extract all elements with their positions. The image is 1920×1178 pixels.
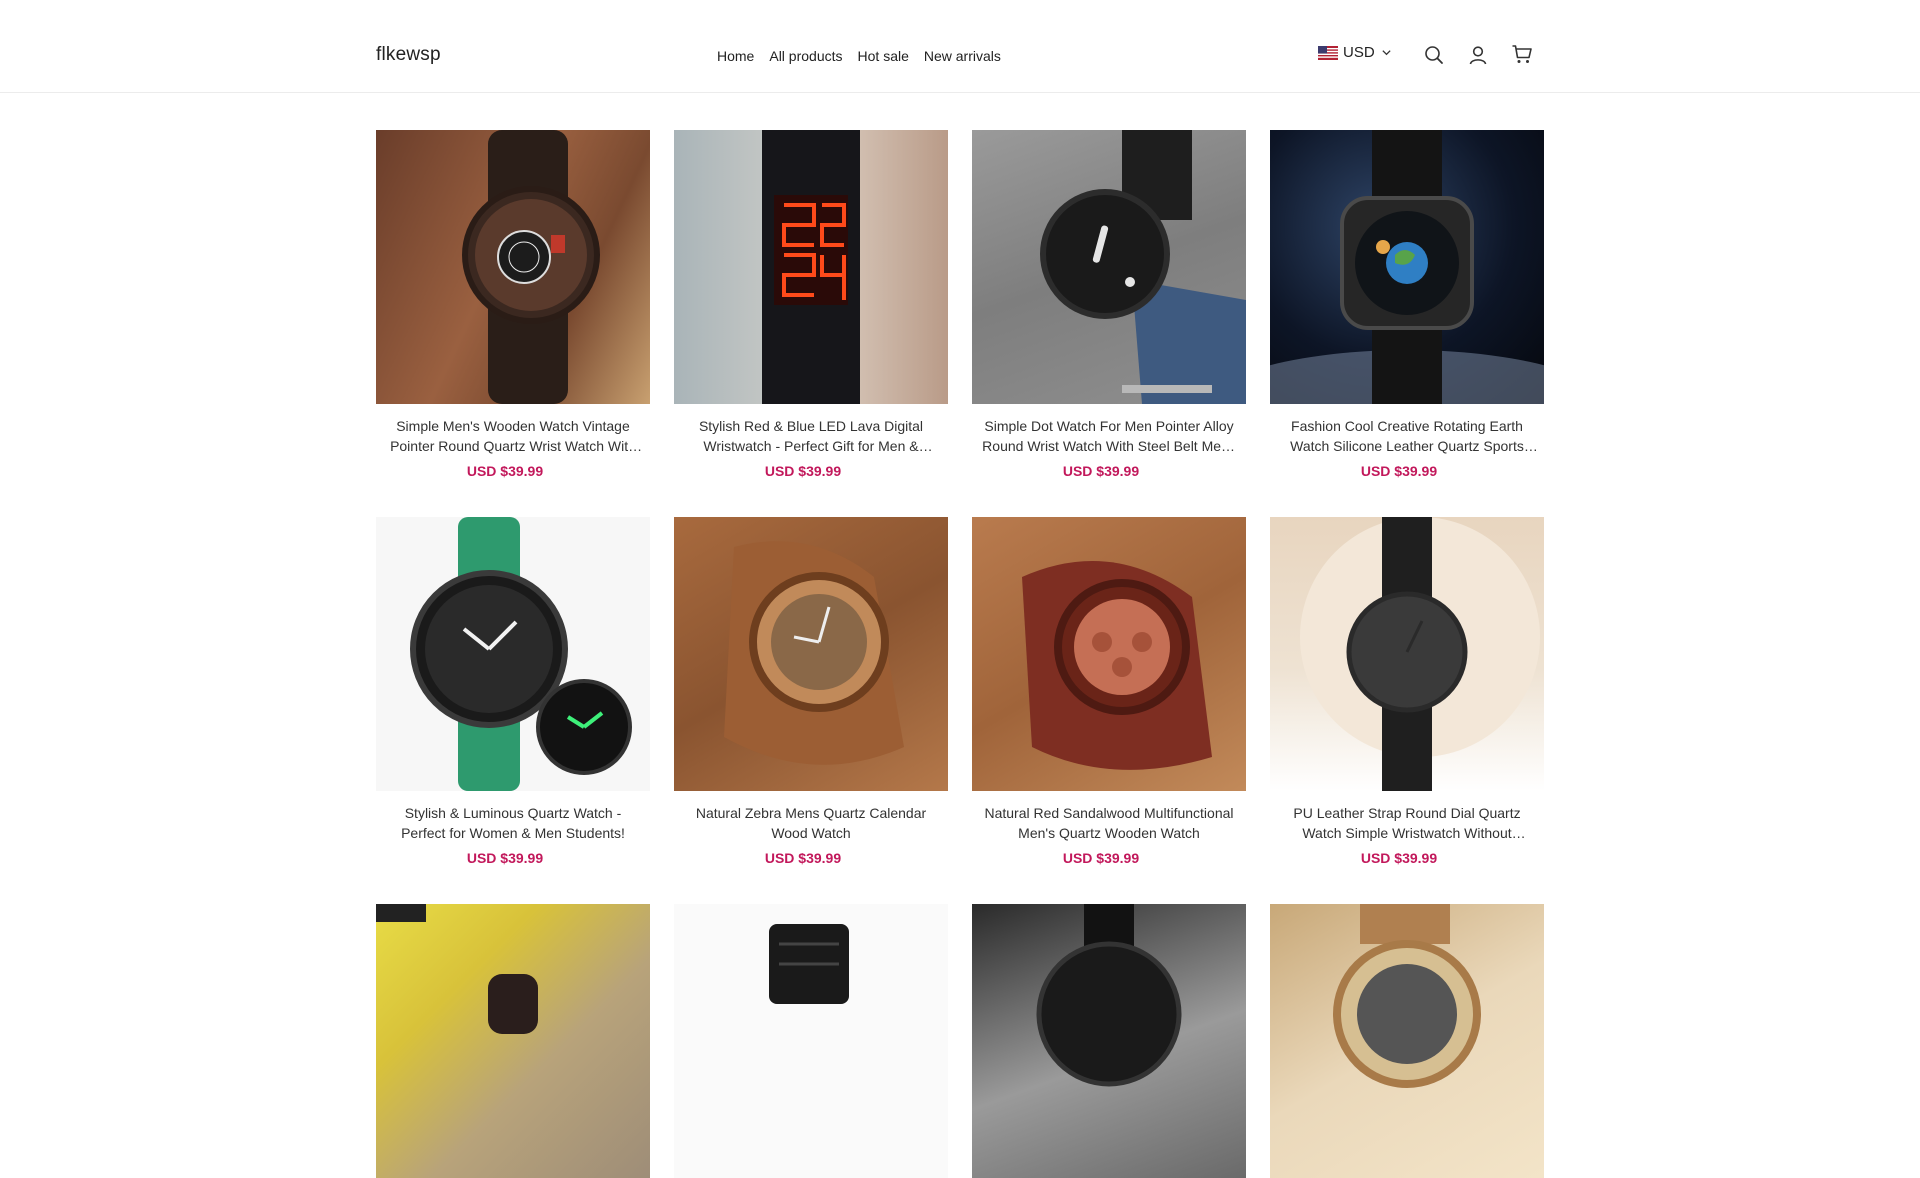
product-image[interactable] <box>972 904 1246 1178</box>
product-title[interactable]: Natural Red Sandalwood Multifunctional M… <box>972 803 1246 843</box>
product-card[interactable] <box>1270 904 1544 1178</box>
cart-icon[interactable] <box>1509 41 1535 67</box>
product-price: USD $39.99 <box>1360 850 1438 866</box>
product-title[interactable]: Natural Zebra Mens Quartz Calendar Wood … <box>674 803 948 843</box>
product-card[interactable] <box>972 904 1246 1178</box>
chevron-down-icon <box>1382 50 1391 56</box>
product-image[interactable] <box>674 130 948 404</box>
nav-new-arrivals[interactable]: New arrivals <box>924 48 1001 64</box>
product-price: USD $39.99 <box>1360 463 1438 479</box>
product-title[interactable]: Simple Men's Wooden Watch Vintage Pointe… <box>376 416 650 456</box>
nav-all-products[interactable]: All products <box>769 48 842 64</box>
product-card[interactable]: Fashion Cool Creative Rotating Earth Wat… <box>1270 130 1544 479</box>
product-card[interactable]: Simple Men's Wooden Watch Vintage Pointe… <box>376 130 650 479</box>
product-title[interactable]: Stylish & Luminous Quartz Watch - Perfec… <box>376 803 650 843</box>
product-card[interactable] <box>674 904 948 1178</box>
product-card[interactable] <box>376 904 650 1178</box>
product-image[interactable] <box>972 130 1246 404</box>
product-image[interactable] <box>376 517 650 791</box>
product-title[interactable]: Fashion Cool Creative Rotating Earth Wat… <box>1270 416 1544 456</box>
product-price: USD $39.99 <box>1062 850 1140 866</box>
product-price: USD $39.99 <box>764 850 842 866</box>
product-image[interactable] <box>1270 904 1544 1178</box>
us-flag-icon <box>1318 45 1338 60</box>
nav-home[interactable]: Home <box>717 48 754 64</box>
main-nav: Home All products Hot sale New arrivals <box>717 48 1016 64</box>
product-image[interactable] <box>1270 517 1544 791</box>
product-title[interactable]: PU Leather Strap Round Dial Quartz Watch… <box>1270 803 1544 843</box>
product-title[interactable]: Stylish Red & Blue LED Lava Digital Wris… <box>674 416 948 456</box>
product-image[interactable] <box>376 130 650 404</box>
product-title[interactable]: Simple Dot Watch For Men Pointer Alloy R… <box>972 416 1246 456</box>
currency-label: USD <box>1343 44 1375 61</box>
product-price: USD $39.99 <box>764 463 842 479</box>
product-card[interactable]: Natural Zebra Mens Quartz Calendar Wood … <box>674 517 948 866</box>
store-logo[interactable]: flkewsp <box>376 44 441 66</box>
site-header: flkewsp Home All products Hot sale New a… <box>0 0 1920 93</box>
product-card[interactable]: PU Leather Strap Round Dial Quartz Watch… <box>1270 517 1544 866</box>
product-card[interactable]: Stylish & Luminous Quartz Watch - Perfec… <box>376 517 650 866</box>
product-image[interactable] <box>674 904 948 1178</box>
product-price: USD $39.99 <box>466 850 544 866</box>
nav-hot-sale[interactable]: Hot sale <box>858 48 909 64</box>
product-card[interactable]: Stylish Red & Blue LED Lava Digital Wris… <box>674 130 948 479</box>
currency-selector[interactable]: USD <box>1318 44 1392 61</box>
product-price: USD $39.99 <box>466 463 544 479</box>
product-card[interactable]: Simple Dot Watch For Men Pointer Alloy R… <box>972 130 1246 479</box>
user-icon[interactable] <box>1465 42 1491 68</box>
product-card[interactable]: Natural Red Sandalwood Multifunctional M… <box>972 517 1246 866</box>
product-image[interactable] <box>376 904 650 1178</box>
product-image[interactable] <box>972 517 1246 791</box>
search-icon[interactable] <box>1421 42 1447 68</box>
product-image[interactable] <box>674 517 948 791</box>
product-image[interactable] <box>1270 130 1544 404</box>
product-price: USD $39.99 <box>1062 463 1140 479</box>
